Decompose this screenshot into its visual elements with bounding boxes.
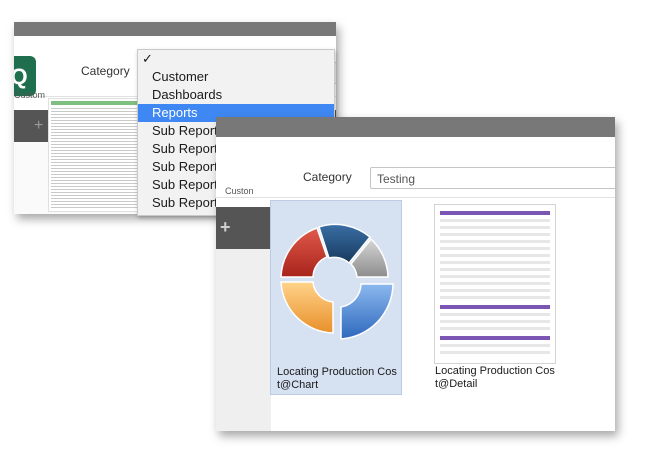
sidebar-area: [216, 249, 271, 431]
report-tile-chart[interactable]: Locating Production Cost@Chart: [270, 200, 402, 395]
report-thumbnail: [434, 204, 556, 364]
logo-caption: Custon: [225, 186, 254, 196]
check-mark-icon: ✓: [142, 51, 153, 66]
logo-caption: Custom: [14, 90, 46, 100]
plus-icon[interactable]: +: [220, 217, 231, 238]
pie-chart-icon: [275, 205, 397, 363]
svg-text:Q: Q: [14, 64, 28, 89]
category-label: Category: [81, 64, 130, 78]
report-thumbnail: [48, 98, 150, 212]
report-tile-label: Locating Production Cost@Chart: [277, 366, 397, 391]
dropdown-item-customer[interactable]: Customer: [138, 68, 334, 86]
app-header: Category Testing: [216, 137, 615, 198]
plus-icon[interactable]: +: [34, 117, 43, 135]
window-frame: [216, 117, 615, 137]
toolbar: +: [216, 207, 271, 249]
report-tile-label: Locating Production Cost@Detail: [435, 365, 555, 390]
category-select[interactable]: Testing: [370, 167, 615, 189]
dropdown-item-dashboards[interactable]: Dashboards: [138, 86, 334, 104]
front-window: Category Testing Custon + Locating Produ…: [216, 117, 615, 431]
category-label: Category: [303, 170, 352, 184]
report-tile-detail[interactable]: Locating Production Cost@Detail: [429, 200, 559, 393]
window-frame: [14, 22, 336, 36]
